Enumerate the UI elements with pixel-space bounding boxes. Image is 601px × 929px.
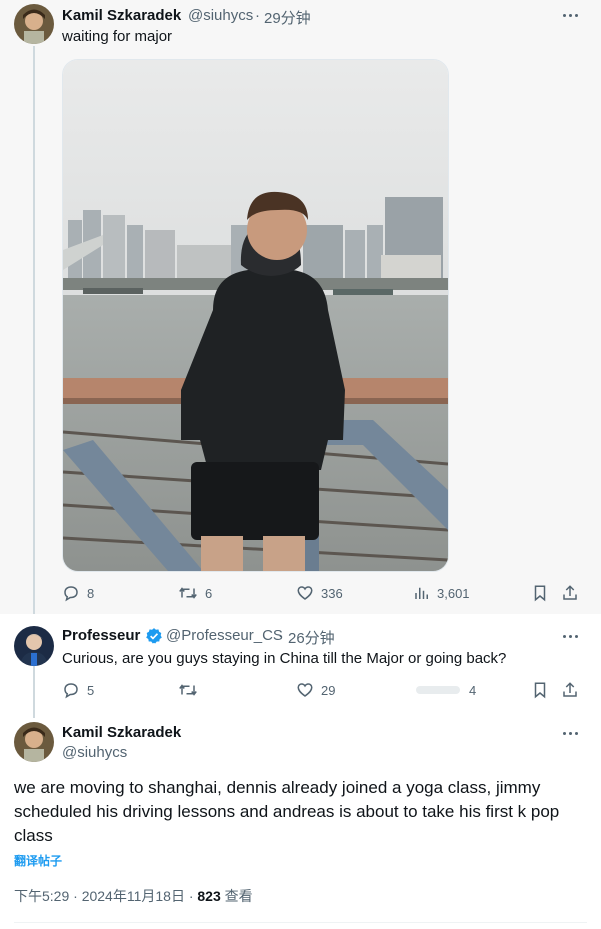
views-button[interactable]: 4 [414,680,476,700]
like-icon [297,683,313,697]
retweet-count: 6 [205,585,213,601]
timestamp[interactable]: 下午5:29 · 2024年11月18日 · [14,888,197,904]
share-button[interactable] [561,583,586,603]
thread-line [33,46,35,614]
verified-badge-icon [146,628,162,644]
reply-count: 8 [87,585,95,601]
retweet-icon [179,684,197,696]
avatar[interactable] [14,722,54,762]
reply-tweet[interactable]: Professeur @Professeur_CS · 26分钟 Curious… [0,614,601,718]
divider [14,922,587,923]
tweet-quoted-parent[interactable]: Kamil Szkaradek @siuhycs · 29分钟 waiting … [0,0,601,614]
tweet-text: we are moving to shanghai, dennis alread… [14,778,560,845]
thread-line [33,662,35,718]
author-handle[interactable]: @siuhycs [188,7,253,24]
bookmark-button[interactable] [531,583,556,603]
author-name[interactable]: Kamil Szkaradek [62,7,181,24]
author-name[interactable]: Professeur [62,627,140,644]
views-label: 查看 [220,888,253,904]
views-count: 3,601 [437,585,470,601]
views-count: 4 [469,682,477,698]
reply-button[interactable]: 8 [62,583,94,603]
like-button[interactable]: 29 [296,680,335,700]
tweet-text: waiting for major [62,28,173,45]
author-name[interactable]: Kamil Szkaradek [62,724,181,741]
more-icon[interactable] [560,626,580,646]
views-icon [415,587,428,599]
timestamp[interactable]: 26分钟 [288,627,335,648]
bookmark-button[interactable] [531,680,556,700]
share-icon [563,585,577,600]
like-count: 29 [321,682,336,698]
separator-dot: · [278,627,283,644]
tweet-text: Curious, are you guys staying in China t… [62,650,507,667]
more-icon[interactable] [560,5,580,25]
photo-image [63,60,448,571]
tweet-photo[interactable] [62,59,449,572]
retweet-button[interactable]: 6 [178,583,212,603]
like-icon [297,586,313,600]
share-button[interactable] [561,680,586,700]
like-button[interactable]: 336 [296,583,343,603]
views-button[interactable]: 3,601 [414,583,470,603]
like-count: 336 [321,585,343,601]
reply-button[interactable]: 5 [62,680,94,700]
reply-count: 5 [87,682,95,698]
tweet-meta: 下午5:29 · 2024年11月18日 · 823 查看 [14,886,253,906]
bookmark-icon [534,585,546,602]
retweet-icon [179,587,197,599]
timestamp[interactable]: 29分钟 [264,7,311,28]
translate-post-link[interactable]: 翻译帖子 [14,852,62,869]
views-icon [416,686,460,694]
retweet-button[interactable] [178,680,205,700]
share-icon [563,682,577,697]
author-handle[interactable]: @Professeur_CS [166,627,283,644]
more-icon[interactable] [560,723,580,743]
author-handle[interactable]: @siuhycs [62,744,127,761]
avatar[interactable] [14,626,54,666]
reply-icon [64,586,78,602]
separator-dot: · [255,7,260,24]
views-count: 823 [197,888,221,904]
reply-icon [64,683,78,699]
avatar[interactable] [14,4,54,44]
bookmark-icon [534,682,546,699]
